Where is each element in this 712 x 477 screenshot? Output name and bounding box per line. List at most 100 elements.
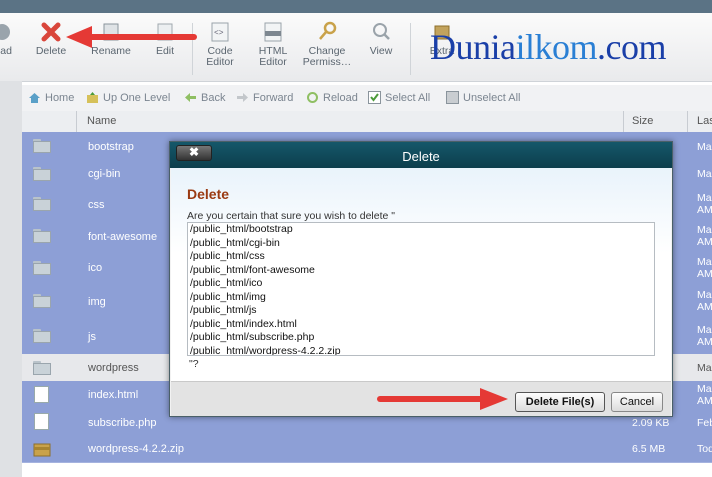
- home-label: Home: [45, 92, 75, 104]
- reload-label: Reload: [323, 92, 358, 104]
- files-to-delete-list[interactable]: /public_html/bootstrap/public_html/cgi-b…: [187, 222, 655, 356]
- file-name: wordpress: [88, 362, 139, 374]
- forward-button[interactable]: Forward: [236, 91, 293, 104]
- file-size: 2.09 KB: [632, 417, 670, 429]
- last-modified: Ma AM: [697, 192, 712, 216]
- delete-files-button[interactable]: Delete File(s): [515, 392, 605, 412]
- magnifier-icon: [370, 21, 392, 43]
- last-modified: Ma AM: [697, 224, 712, 248]
- file-name: bootstrap: [88, 141, 134, 153]
- cancel-button[interactable]: Cancel: [611, 392, 663, 412]
- upload-icon: [0, 21, 13, 43]
- last-modified: Ma AM: [697, 256, 712, 280]
- dialog-title-bar: Delete ✖: [170, 142, 672, 168]
- up-folder-icon: [87, 92, 98, 103]
- upload-button[interactable]: load: [0, 21, 28, 57]
- zip-archive-icon: [33, 443, 51, 457]
- reload-icon: [307, 92, 318, 103]
- empty-box-icon: [446, 91, 459, 104]
- select-all-button[interactable]: Select All: [368, 91, 430, 104]
- last-modified: Ma AM: [697, 324, 712, 348]
- reload-button[interactable]: Reload: [306, 91, 358, 104]
- back-label: Back: [201, 92, 226, 104]
- unselect-all-button[interactable]: Unselect All: [446, 91, 520, 104]
- file-path-item: /public_html/img: [190, 290, 266, 303]
- file-path-item: /public_html/font-awesome: [190, 263, 315, 276]
- file-path-item: /public_html/cgi-bin: [190, 236, 280, 249]
- dialog-heading: Delete: [187, 186, 230, 202]
- last-modified: Ma: [697, 168, 712, 180]
- html-file-icon: [34, 386, 49, 403]
- close-icon: ✖: [188, 145, 200, 159]
- column-last-modified-header[interactable]: Las: [697, 115, 712, 127]
- forward-label: Forward: [253, 92, 294, 104]
- column-name-header[interactable]: Name: [87, 115, 116, 127]
- watermark-part-1: Dunia: [430, 27, 516, 67]
- file-name: index.html: [88, 389, 139, 401]
- change-permissions-label: Change Permiss…: [302, 45, 352, 68]
- file-path-item: /public_html/bootstrap: [190, 223, 293, 235]
- file-path-item: /public_html/index.html: [190, 317, 297, 330]
- file-name: img: [88, 296, 106, 308]
- file-name: cgi-bin: [88, 168, 121, 180]
- file-name: font-awesome: [88, 231, 158, 243]
- folder-icon: [33, 294, 51, 308]
- svg-text:<>: <>: [214, 29, 224, 38]
- unselect-all-label: Unselect All: [463, 92, 521, 104]
- home-button[interactable]: Home: [28, 91, 74, 104]
- file-size: 6.5 MB: [632, 443, 666, 455]
- home-icon: [29, 93, 40, 103]
- table-row[interactable]: wordpress-4.2.2.zip 6.5 MB Tod: [22, 436, 712, 463]
- php-file-icon: [34, 413, 49, 430]
- file-name: css: [88, 199, 105, 211]
- folder-icon: [33, 361, 51, 375]
- folder-icon: [33, 167, 51, 181]
- folder-icon: [33, 329, 51, 343]
- up-one-level-label: Up One Level: [103, 92, 171, 104]
- dialog-close-button[interactable]: ✖: [176, 145, 212, 161]
- checked-box-icon: [368, 91, 381, 104]
- watermark-logo: Duniailkom.com: [430, 26, 666, 68]
- last-modified: Feb: [697, 417, 712, 429]
- view-label: View: [369, 45, 393, 57]
- delete-x-icon: [40, 21, 62, 43]
- watermark-part-3: .com: [597, 27, 666, 67]
- back-arrow-icon: [185, 93, 196, 102]
- folder-icon: [33, 261, 51, 275]
- up-one-level-button[interactable]: Up One Level: [86, 91, 170, 104]
- last-modified: Ma AM: [697, 289, 712, 313]
- delete-dialog: Delete ✖ Delete Are you certain that sur…: [169, 141, 673, 417]
- file-path-item: /public_html/wordpress-4.2.2.zip: [190, 344, 341, 356]
- toolbar-divider: [410, 23, 411, 75]
- navigation-bar: Home Up One Level Back Forward Reload Se…: [22, 85, 712, 112]
- file-path-item: /public_html/js: [190, 304, 257, 316]
- confirmation-question: Are you certain that sure you wish to de…: [187, 210, 396, 222]
- html-editor-label: HTML Editor: [258, 45, 288, 68]
- confirmation-closing: "?: [189, 358, 199, 370]
- upload-label: load: [0, 45, 12, 57]
- forward-arrow-icon: [237, 93, 248, 102]
- html-editor-icon: [262, 21, 284, 43]
- last-modified: Ma AM: [697, 383, 712, 407]
- column-size-header[interactable]: Size: [632, 115, 653, 127]
- file-table-header: Name Size Las: [22, 111, 712, 133]
- folder-icon: [33, 139, 51, 153]
- code-editor-label: Code Editor: [206, 45, 234, 68]
- back-button[interactable]: Back: [184, 91, 225, 104]
- last-modified: Tod: [697, 443, 712, 455]
- code-editor-icon: <>: [209, 21, 231, 43]
- file-name: ico: [88, 262, 103, 274]
- change-permissions-button[interactable]: Change Permiss…: [301, 21, 353, 68]
- folder-icon: [33, 229, 51, 243]
- dialog-body: Delete Are you certain that sure you wis…: [171, 168, 671, 381]
- annotation-arrow-delete-button: [377, 388, 508, 410]
- file-path-item: /public_html/subscribe.php: [190, 331, 315, 343]
- view-button[interactable]: View: [355, 21, 407, 57]
- folder-icon: [33, 197, 51, 211]
- dialog-title: Delete: [402, 149, 440, 164]
- key-icon: [316, 21, 338, 43]
- annotation-arrow-delete-toolbar: [66, 26, 197, 48]
- file-path-item: /public_html/ico: [190, 277, 263, 289]
- html-editor-button[interactable]: HTML Editor: [247, 21, 299, 68]
- last-modified: Ma: [697, 141, 712, 153]
